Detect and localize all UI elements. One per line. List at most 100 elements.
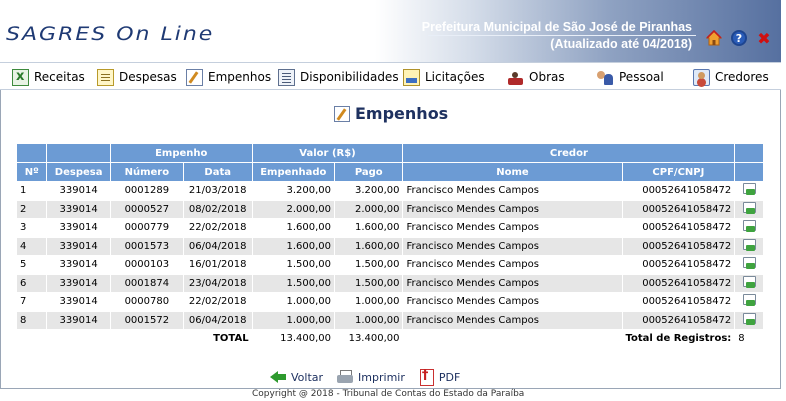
cell-despesa: 339014: [47, 219, 110, 237]
cell-nome: Francisco Mendes Campos: [403, 293, 622, 311]
menu-item-label: Empenhos: [208, 70, 272, 84]
detail-icon[interactable]: [742, 293, 757, 307]
action-bar: Voltar Imprimir PDF: [270, 368, 474, 386]
column-header-pago[interactable]: Pago: [335, 163, 403, 181]
detail-icon[interactable]: [742, 201, 757, 215]
cell-data: 23/04/2018: [183, 274, 252, 292]
cell-numero: 0001874: [110, 274, 183, 292]
cell-detail: [735, 274, 763, 292]
cell-numero: 0001289: [110, 182, 183, 200]
cell-pago: 1.600,00: [335, 219, 403, 237]
cell-pago: 1.000,00: [335, 293, 403, 311]
home-icon[interactable]: [706, 30, 722, 46]
cell-cpf: 00052641058472: [622, 219, 735, 237]
cell-data: 06/04/2018: [183, 311, 252, 329]
cell-n: 6: [17, 274, 47, 292]
pencil-document-icon: [186, 68, 203, 86]
detail-icon[interactable]: [742, 219, 757, 233]
cell-cpf: 00052641058472: [622, 182, 735, 200]
menu-item-disponibilidades[interactable]: Disponibilidades: [278, 67, 399, 87]
column-header-numero[interactable]: Número: [110, 163, 183, 181]
cell-detail: [735, 256, 763, 274]
menu-item-label: Licitações: [425, 70, 485, 84]
people-icon: [597, 69, 614, 86]
table-header-row: Nº Despesa Número Data Empenhado Pago No…: [17, 163, 763, 181]
group-header-empenho: Empenho: [110, 144, 252, 162]
cell-data: 08/02/2018: [183, 200, 252, 218]
cell-numero: 0000103: [110, 256, 183, 274]
menu-item-receitas[interactable]: Receitas: [12, 67, 85, 87]
column-header-n[interactable]: Nº: [17, 163, 47, 181]
page-title: Empenhos: [334, 104, 448, 123]
table-row: 6 339014 0001874 23/04/2018 1.500,00 1.5…: [17, 274, 763, 292]
column-header-despesa[interactable]: Despesa: [47, 163, 110, 181]
cell-cpf: 00052641058472: [622, 293, 735, 311]
cell-cpf: 00052641058472: [622, 274, 735, 292]
menu-item-label: Disponibilidades: [300, 70, 399, 84]
cell-data: 06/04/2018: [183, 237, 252, 255]
back-label: Voltar: [291, 370, 324, 384]
org-name: Prefeitura Municipal de São José de Pira…: [421, 20, 692, 34]
table-row: 2 339014 0000527 08/02/2018 2.000,00 2.0…: [17, 200, 763, 218]
table-row: 3 339014 0000779 22/02/2018 1.600,00 1.6…: [17, 219, 763, 237]
menu-item-credores[interactable]: Credores: [693, 67, 769, 87]
column-header-nome[interactable]: Nome: [403, 163, 622, 181]
detail-icon[interactable]: [742, 275, 757, 289]
cell-nome: Francisco Mendes Campos: [403, 219, 622, 237]
detail-icon[interactable]: [742, 182, 757, 196]
table-row: 5 339014 0000103 16/01/2018 1.500,00 1.5…: [17, 256, 763, 274]
pdf-button[interactable]: PDF: [419, 368, 461, 386]
cell-numero: 0000527: [110, 200, 183, 218]
cell-cpf: 00052641058472: [622, 237, 735, 255]
header-blank: [735, 144, 763, 162]
menu-item-licitacoes[interactable]: Licitações: [403, 67, 485, 87]
detail-icon[interactable]: [742, 256, 757, 270]
total-row: TOTAL 13.400,00 13.400,00 Total de Regis…: [17, 330, 763, 348]
cell-n: 4: [17, 237, 47, 255]
detail-icon[interactable]: [742, 238, 757, 252]
column-header-empenhado[interactable]: Empenhado: [252, 163, 335, 181]
cell-cpf: 00052641058472: [622, 200, 735, 218]
cell-detail: [735, 311, 763, 329]
cell-empenhado: 1.500,00: [252, 274, 335, 292]
menu-item-label: Credores: [715, 70, 769, 84]
org-divider: [428, 35, 696, 36]
org-info: Prefeitura Municipal de São José de Pira…: [398, 18, 696, 52]
column-header-data[interactable]: Data: [183, 163, 252, 181]
cell-n: 3: [17, 219, 47, 237]
cell-data: 22/02/2018: [183, 219, 252, 237]
total-blank: [47, 330, 110, 348]
group-header-valor: Valor (R$): [252, 144, 403, 162]
pdf-label: PDF: [438, 370, 461, 384]
column-header-cpf[interactable]: CPF/CNPJ: [622, 163, 735, 181]
menu-item-empenhos[interactable]: Empenhos: [186, 67, 271, 87]
total-label: TOTAL: [183, 330, 252, 348]
cell-numero: 0000779: [110, 219, 183, 237]
cell-pago: 3.200,00: [335, 182, 403, 200]
print-button[interactable]: Imprimir: [337, 370, 405, 384]
folder-icon: [403, 68, 420, 86]
spreadsheet-icon: [12, 68, 29, 86]
menu-item-obras[interactable]: Obras: [507, 67, 565, 87]
pencil-document-icon: [334, 105, 350, 122]
cell-despesa: 339014: [47, 200, 110, 218]
detail-icon[interactable]: [742, 312, 757, 326]
cell-detail: [735, 182, 763, 200]
help-icon[interactable]: ?: [731, 30, 747, 46]
menu-item-pessoal[interactable]: Pessoal: [597, 67, 664, 87]
close-icon[interactable]: ✖: [756, 29, 772, 48]
cell-pago: 1.600,00: [335, 237, 403, 255]
cell-empenhado: 1.600,00: [252, 237, 335, 255]
menu-item-despesas[interactable]: Despesas: [97, 67, 177, 87]
cell-pago: 2.000,00: [335, 200, 403, 218]
total-blank: [403, 330, 622, 348]
menu-item-label: Receitas: [34, 70, 85, 84]
back-button[interactable]: Voltar: [270, 370, 323, 384]
cell-empenhado: 1.000,00: [252, 293, 335, 311]
cell-data: 21/03/2018: [183, 182, 252, 200]
page-title-text: Empenhos: [355, 104, 449, 123]
cell-detail: [735, 293, 763, 311]
cell-despesa: 339014: [47, 274, 110, 292]
header: SAGRES On Line Prefeitura Municipal de S…: [0, 0, 781, 62]
menu-item-label: Despesas: [119, 70, 177, 84]
